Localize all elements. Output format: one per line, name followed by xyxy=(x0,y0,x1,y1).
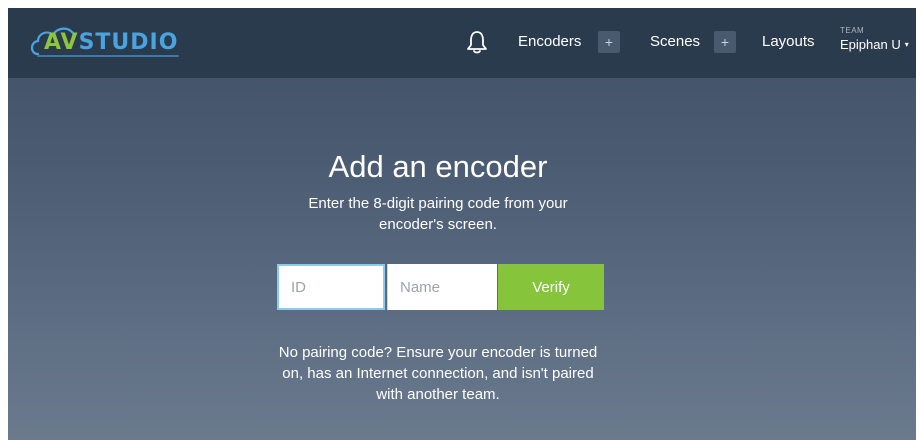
team-label: TEAM xyxy=(840,26,865,35)
logo-studio: STUDIO xyxy=(78,30,179,55)
nav-encoders[interactable]: Encoders xyxy=(518,33,581,50)
logo-av: AV xyxy=(44,30,79,55)
top-navbar: AVSTUDIO Encoders + Scenes + Layouts TEA… xyxy=(8,8,916,78)
team-name: Epiphan U xyxy=(840,37,901,52)
page-title: Add an encoder xyxy=(328,148,548,184)
logo-wordmark: AVSTUDIO xyxy=(44,30,178,55)
pairing-instructions: Enter the 8-digit pairing code from your… xyxy=(308,195,568,233)
avstudio-logo[interactable]: AVSTUDIO xyxy=(28,20,198,64)
add-scene-button[interactable]: + xyxy=(714,31,736,53)
pairing-form: Verify xyxy=(277,264,604,310)
nav-scenes[interactable]: Scenes xyxy=(650,33,700,50)
add-encoder-button[interactable]: + xyxy=(598,31,620,53)
encoder-name-input[interactable] xyxy=(387,264,497,310)
nav-layouts[interactable]: Layouts xyxy=(762,33,815,50)
chevron-down-icon: ▾ xyxy=(904,40,909,50)
pairing-help-text: No pairing code? Ensure your encoder is … xyxy=(278,344,598,403)
verify-button[interactable]: Verify xyxy=(498,264,604,310)
app-window: AVSTUDIO Encoders + Scenes + Layouts TEA… xyxy=(8,8,916,440)
bell-icon[interactable] xyxy=(466,30,488,54)
team-selector[interactable]: TEAM Epiphan U ▾ xyxy=(840,26,916,54)
encoder-id-input[interactable] xyxy=(277,264,385,310)
